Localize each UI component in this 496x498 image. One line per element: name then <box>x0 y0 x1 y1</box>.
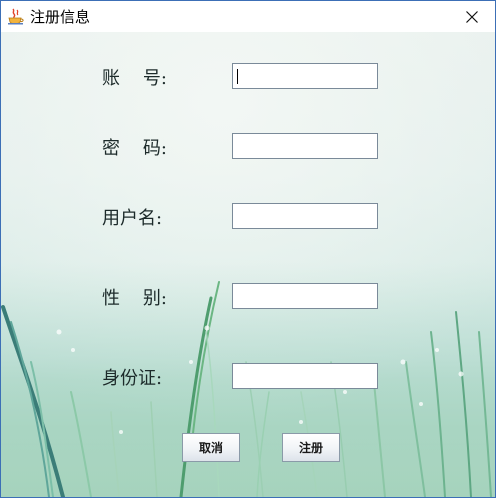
username-input[interactable] <box>232 203 378 229</box>
cancel-button[interactable]: 取消 <box>182 433 240 462</box>
text-caret <box>237 69 238 84</box>
username-label: 用户名: <box>102 208 163 229</box>
gender-input[interactable] <box>232 283 378 309</box>
account-input[interactable] <box>232 63 378 89</box>
register-dialog: 注册信息 账 号: 密 码: 用户名: 性 别: 身份证: 取消 注册 <box>0 0 496 498</box>
close-button[interactable] <box>449 1 495 32</box>
close-icon <box>466 10 478 23</box>
id-card-input[interactable] <box>232 363 378 389</box>
grass-background-image <box>1 32 495 497</box>
form-panel: 账 号: 密 码: 用户名: 性 别: 身份证: 取消 注册 <box>1 32 495 497</box>
id-card-label: 身份证: <box>102 368 163 389</box>
gender-label: 性 别: <box>102 288 167 309</box>
register-button[interactable]: 注册 <box>282 433 340 462</box>
window-title: 注册信息 <box>30 8 91 26</box>
java-app-icon <box>8 8 24 25</box>
title-bar[interactable]: 注册信息 <box>1 1 495 32</box>
account-label: 账 号: <box>102 68 167 89</box>
password-input[interactable] <box>232 133 378 159</box>
password-label: 密 码: <box>102 138 167 159</box>
